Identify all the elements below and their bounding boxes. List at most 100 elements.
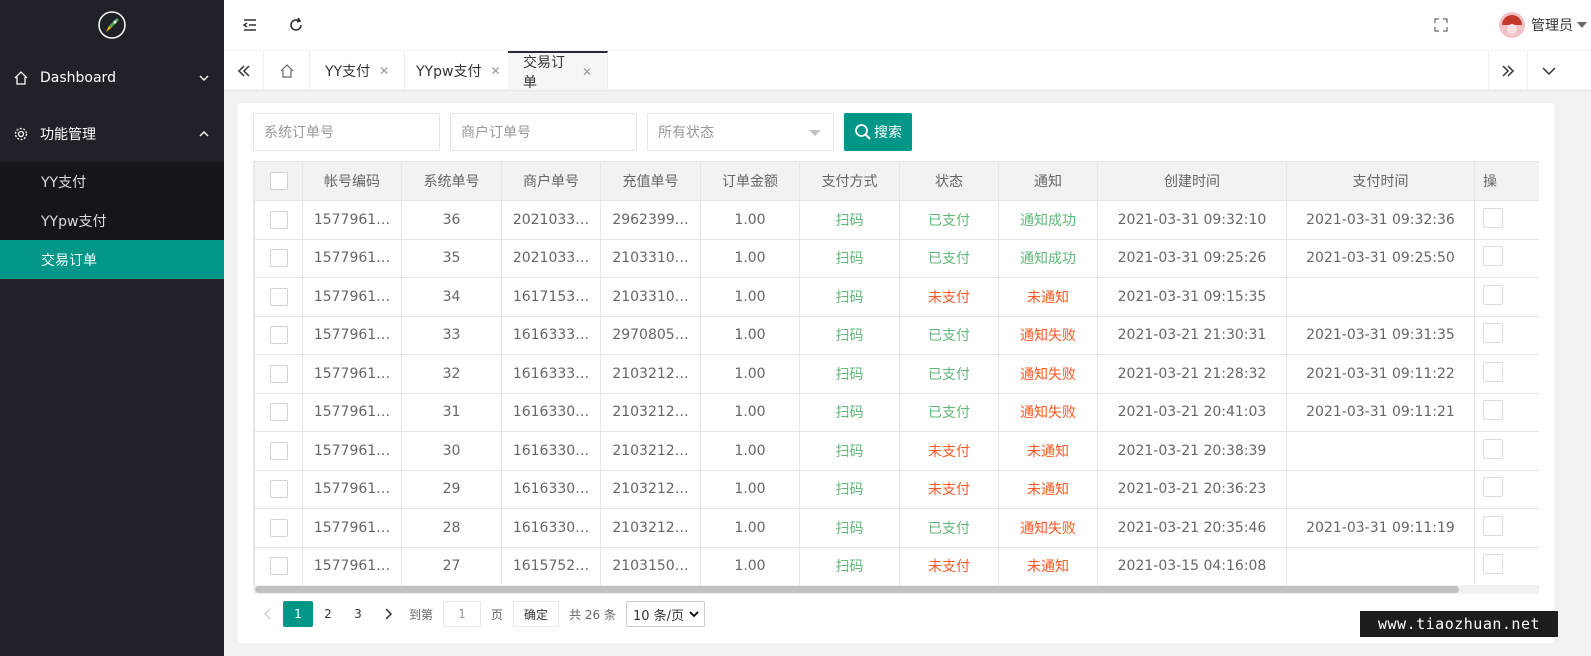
- row-action-button[interactable]: [1483, 554, 1503, 575]
- tabs-scroll-left-button[interactable]: [224, 51, 264, 90]
- refresh-button[interactable]: [276, 0, 316, 50]
- row-action-button[interactable]: [1483, 438, 1503, 459]
- page-2-button[interactable]: 2: [313, 601, 343, 627]
- cell-account: 1577961…: [302, 508, 402, 548]
- tabs-scroll-right-button[interactable]: [1488, 51, 1528, 90]
- row-checkbox[interactable]: [269, 441, 288, 460]
- tabs-menu-button[interactable]: [1528, 51, 1570, 90]
- cell-pay: 扫码: [799, 508, 900, 548]
- chevron-down-icon: [199, 75, 209, 82]
- row-checkbox-cell[interactable]: [254, 431, 303, 471]
- merchant-order-input[interactable]: 商户订单号: [450, 113, 637, 151]
- sidebar-item-label: Dashboard: [40, 70, 116, 86]
- cell-created: 2021-03-31 09:25:26: [1097, 238, 1287, 278]
- row-checkbox-cell[interactable]: [254, 469, 303, 509]
- cell-merchant: 1615752…: [501, 546, 601, 586]
- cell-pay: 扫码: [799, 277, 900, 317]
- row-action-button[interactable]: [1483, 361, 1503, 382]
- fullscreen-button[interactable]: [1421, 0, 1461, 50]
- chevron-up-icon: [199, 130, 209, 137]
- rocket-logo-icon: [98, 11, 126, 39]
- cell-merchant: 1616330…: [501, 508, 601, 548]
- column-header: 支付时间: [1286, 161, 1475, 201]
- sidebar-item-dashboard[interactable]: Dashboard: [0, 50, 224, 106]
- row-checkbox[interactable]: [269, 518, 288, 537]
- close-icon[interactable]: ✕: [379, 64, 389, 78]
- cell-notify: 通知失败: [998, 508, 1098, 548]
- row-checkbox[interactable]: [269, 326, 288, 345]
- tab-yypw-pay[interactable]: YYpw支付 ✕: [401, 51, 517, 90]
- status-select[interactable]: 所有状态: [647, 113, 834, 151]
- select-arrow-icon: [809, 130, 821, 136]
- logo[interactable]: [0, 0, 224, 50]
- goto-confirm-button[interactable]: 确定: [513, 601, 560, 627]
- sidebar-child-yy-pay[interactable]: YY支付: [0, 162, 224, 201]
- row-checkbox-cell[interactable]: [254, 508, 303, 548]
- row-action-button[interactable]: [1483, 284, 1503, 305]
- page-size-select[interactable]: 10 条/页: [625, 601, 706, 627]
- header-checkbox-cell[interactable]: [254, 161, 303, 201]
- horizontal-scrollbar[interactable]: [253, 585, 1539, 594]
- row-action-button[interactable]: [1483, 246, 1503, 267]
- sidebar-item-function-management[interactable]: 功能管理: [0, 106, 224, 162]
- cell-paid: [1286, 546, 1475, 586]
- table-row: 1577961… 27 1615752… 2103150… 1.00 扫码 未支付 未通知 20…: [254, 546, 1539, 586]
- close-icon[interactable]: ✕: [490, 64, 500, 78]
- system-order-input[interactable]: 系统订单号: [253, 113, 440, 151]
- next-page-button[interactable]: [373, 601, 403, 627]
- row-checkbox-cell[interactable]: [254, 354, 303, 394]
- row-checkbox[interactable]: [269, 557, 288, 576]
- row-checkbox-cell[interactable]: [254, 315, 303, 355]
- row-checkbox[interactable]: [269, 480, 288, 499]
- row-checkbox[interactable]: [269, 364, 288, 383]
- cell-status: 已支付: [899, 508, 999, 548]
- sidebar-child-trade-orders[interactable]: 交易订单: [0, 240, 224, 279]
- menu-fold-icon: [242, 19, 256, 31]
- orders-table-wrap: 帐号编码 系统单号 商户单号 充值单号 订单金额 支付方式 状态 通知 创建时间…: [253, 161, 1539, 594]
- cell-paid: 2021-03-31 09:11:22: [1286, 354, 1475, 394]
- tab-home[interactable]: [264, 51, 310, 90]
- row-action-button[interactable]: [1483, 207, 1503, 228]
- column-header: 支付方式: [799, 161, 900, 201]
- page-1-button[interactable]: 1: [283, 601, 313, 627]
- row-action-button[interactable]: [1483, 400, 1503, 421]
- row-checkbox[interactable]: [269, 403, 288, 422]
- tab-trade-orders[interactable]: 交易订单 ✕: [508, 51, 608, 91]
- cell-actions: [1474, 431, 1539, 471]
- row-checkbox[interactable]: [269, 249, 288, 268]
- row-checkbox-cell[interactable]: [254, 392, 303, 432]
- row-checkbox-cell[interactable]: [254, 238, 303, 278]
- cell-recharge: 2103212…: [600, 508, 701, 548]
- row-checkbox-cell[interactable]: [254, 200, 303, 240]
- row-action-button[interactable]: [1483, 323, 1503, 344]
- cell-sys: 27: [401, 546, 502, 586]
- row-checkbox[interactable]: [269, 287, 288, 306]
- cell-notify: 通知失败: [998, 354, 1098, 394]
- total-count: 共 26 条: [569, 607, 616, 622]
- search-button[interactable]: 搜索: [844, 113, 912, 151]
- row-checkbox[interactable]: [269, 210, 288, 229]
- sidebar-child-yypw-pay[interactable]: YYpw支付: [0, 201, 224, 240]
- row-checkbox-cell[interactable]: [254, 277, 303, 317]
- close-icon[interactable]: ✕: [582, 65, 592, 79]
- row-action-button[interactable]: [1483, 477, 1503, 498]
- scrollbar-thumb[interactable]: [255, 586, 1459, 593]
- row-checkbox-cell[interactable]: [254, 546, 303, 586]
- select-all-checkbox[interactable]: [269, 172, 288, 190]
- cell-notify: 未通知: [998, 469, 1098, 509]
- cell-account: 1577961…: [302, 277, 402, 317]
- row-action-button[interactable]: [1483, 515, 1503, 536]
- cell-sys: 34: [401, 277, 502, 317]
- goto-page-input[interactable]: 1: [443, 601, 482, 627]
- tab-label: YY支付: [325, 63, 371, 80]
- user-menu[interactable]: 管理员: [1499, 0, 1591, 50]
- avatar: [1499, 12, 1525, 38]
- prev-page-button[interactable]: [253, 601, 283, 627]
- goto-label: 到第: [409, 607, 434, 622]
- toggle-sidebar-button[interactable]: [230, 0, 270, 50]
- cell-created: 2021-03-21 20:41:03: [1097, 392, 1287, 432]
- cell-notify: 未通知: [998, 546, 1098, 586]
- cell-created: 2021-03-31 09:15:35: [1097, 277, 1287, 317]
- page-3-button[interactable]: 3: [343, 601, 373, 627]
- tab-yy-pay[interactable]: YY支付 ✕: [310, 51, 406, 90]
